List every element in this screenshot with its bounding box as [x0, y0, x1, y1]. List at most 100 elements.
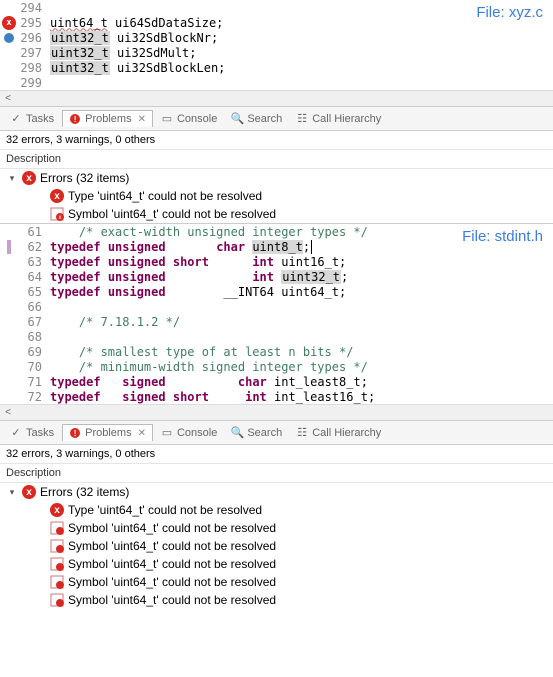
problem-text: Symbol 'uint64_t' could not be resolved [68, 593, 276, 607]
problem-text: Symbol 'uint64_t' could not be resolved [68, 207, 276, 221]
tab-console[interactable]: ▭Console [155, 111, 223, 127]
line-number: 70 [18, 360, 50, 374]
gutter-error[interactable]: x [0, 16, 18, 30]
problems-summary: 32 errors, 3 warnings, 0 others [0, 131, 553, 149]
tab-label: Call Hierarchy [312, 427, 381, 439]
line-number: 63 [18, 255, 50, 269]
group-label: Errors (32 items) [40, 485, 129, 499]
console-icon: ▭ [161, 427, 173, 439]
gutter-breakpoint[interactable] [0, 33, 18, 43]
tree-problem-item[interactable]: Symbol 'uint64_t' could not be resolved [0, 573, 553, 591]
code-line[interactable]: 67 /* 7.18.1.2 */ [0, 314, 553, 329]
code-line[interactable]: 66 [0, 299, 553, 314]
code-content: typedef unsigned int uint32_t; [50, 270, 553, 284]
tab-tasks[interactable]: ✓Tasks [4, 425, 60, 441]
code-line[interactable]: 299 [0, 75, 553, 90]
tab-label: Search [247, 427, 282, 439]
group-label: Errors (32 items) [40, 171, 129, 185]
tree-group-errors[interactable]: ▾ x Errors (32 items) [0, 483, 553, 501]
tree-problem-item[interactable]: x Type 'uint64_t' could not be resolved [0, 187, 553, 205]
tree-problem-item[interactable]: Symbol 'uint64_t' could not be resolved [0, 519, 553, 537]
tab-callhierarchy[interactable]: ☷Call Hierarchy [290, 425, 387, 441]
scroll-left-icon[interactable]: < [0, 91, 16, 107]
horizontal-scrollbar[interactable]: < [0, 404, 553, 420]
tree-problem-item[interactable]: x Type 'uint64_t' could not be resolved [0, 501, 553, 519]
error-icon: x [22, 171, 36, 185]
code-line[interactable]: 297 uint32_t ui32SdMult; [0, 45, 553, 60]
problem-text: Symbol 'uint64_t' could not be resolved [68, 539, 276, 553]
chevron-down-icon[interactable]: ▾ [6, 487, 18, 498]
tab-label: Tasks [26, 113, 54, 125]
code-line[interactable]: 70 /* minimum-width signed integer types… [0, 359, 553, 374]
line-number: 296 [18, 31, 50, 45]
line-number: 299 [18, 76, 50, 90]
code-line[interactable]: 64typedef unsigned int uint32_t; [0, 269, 553, 284]
problems-icon: ! [69, 113, 81, 125]
editor-pane-2: File: stdint.h 61 /* exact-width unsigne… [0, 223, 553, 421]
code-content: typedef unsigned short int uint16_t; [50, 255, 553, 269]
line-number: 61 [18, 225, 50, 239]
error-icon: x [50, 503, 64, 517]
line-number: 68 [18, 330, 50, 344]
tree-problem-item[interactable]: Symbol 'uint64_t' could not be resolved [0, 537, 553, 555]
scroll-left-icon[interactable]: < [0, 405, 16, 421]
line-number: 64 [18, 270, 50, 284]
chevron-down-icon[interactable]: ▾ [6, 173, 18, 184]
file-label-2: File: stdint.h [462, 228, 543, 245]
tab-tasks[interactable]: ✓ Tasks [4, 111, 60, 127]
tasks-icon: ✓ [10, 113, 22, 125]
tab-callhierarchy[interactable]: ☷Call Hierarchy [290, 111, 387, 127]
breakpoint-icon [4, 33, 14, 43]
tree-problem-item[interactable]: Symbol 'uint64_t' could not be resolved [0, 555, 553, 573]
code-line[interactable]: x 295 uint64_t ui64SdDataSize; [0, 15, 553, 30]
tab-search[interactable]: 🔍Search [225, 111, 288, 127]
warning-icon [50, 593, 64, 607]
problem-text: Symbol 'uint64_t' could not be resolved [68, 575, 276, 589]
line-number: 66 [18, 300, 50, 314]
change-marker-icon [7, 240, 11, 254]
error-icon: x [22, 485, 36, 499]
tab-search[interactable]: 🔍Search [225, 425, 288, 441]
tab-label: Problems [85, 113, 131, 125]
line-number: 65 [18, 285, 50, 299]
tab-problems[interactable]: !Problems✕ [62, 424, 153, 441]
code-content: /* minimum-width signed integer types */ [50, 360, 553, 374]
problems-summary: 32 errors, 3 warnings, 0 others [0, 445, 553, 463]
tasks-icon: ✓ [10, 427, 22, 439]
code-line[interactable]: 71typedef signed char int_least8_t; [0, 374, 553, 389]
description-column-header[interactable]: Description [0, 149, 553, 169]
code-line[interactable]: 68 [0, 329, 553, 344]
code-line[interactable]: 72typedef signed short int int_least16_t… [0, 389, 553, 404]
file-label-1: File: xyz.c [476, 4, 543, 21]
line-number: 72 [18, 390, 50, 404]
code-line[interactable]: 65typedef unsigned __INT64 uint64_t; [0, 284, 553, 299]
line-number: 69 [18, 345, 50, 359]
warning-icon [50, 521, 64, 535]
code-line[interactable]: 69 /* smallest type of at least n bits *… [0, 344, 553, 359]
code-line[interactable]: 298 uint32_t ui32SdBlockLen; [0, 60, 553, 75]
close-icon[interactable]: ✕ [138, 428, 146, 439]
tab-console[interactable]: ▭ Console [155, 425, 223, 441]
close-icon[interactable]: ✕ [138, 114, 146, 125]
error-marker-icon: x [2, 16, 16, 30]
tab-label: Console [177, 427, 217, 439]
line-number: 298 [18, 61, 50, 75]
tab-label: Console [177, 113, 217, 125]
code-line[interactable]: 296 uint32_t ui32SdBlockNr; [0, 30, 553, 45]
code-line[interactable]: 294 [0, 0, 553, 15]
line-number: 62 [18, 240, 50, 254]
code-line[interactable]: 63typedef unsigned short int uint16_t; [0, 254, 553, 269]
problem-text: Type 'uint64_t' could not be resolved [68, 189, 262, 203]
tree-problem-item[interactable]: x Symbol 'uint64_t' could not be resolve… [0, 205, 553, 223]
line-number: 67 [18, 315, 50, 329]
problem-text: Type 'uint64_t' could not be resolved [68, 503, 262, 517]
views-tabbar-1: ✓ Tasks ! Problems ✕ ▭Console 🔍Search ☷Call… [0, 107, 553, 131]
horizontal-scrollbar[interactable]: < [0, 90, 553, 106]
tab-problems[interactable]: ! Problems ✕ [62, 110, 153, 127]
tree-group-errors[interactable]: ▾ x Errors (32 items) [0, 169, 553, 187]
error-icon: x [50, 189, 64, 203]
warning-icon [50, 575, 64, 589]
description-column-header[interactable]: Description [0, 463, 553, 483]
tree-problem-item[interactable]: Symbol 'uint64_t' could not be resolved [0, 591, 553, 609]
editor-pane-1: File: xyz.c 294 x 295 uint64_t ui64SdDat… [0, 0, 553, 107]
